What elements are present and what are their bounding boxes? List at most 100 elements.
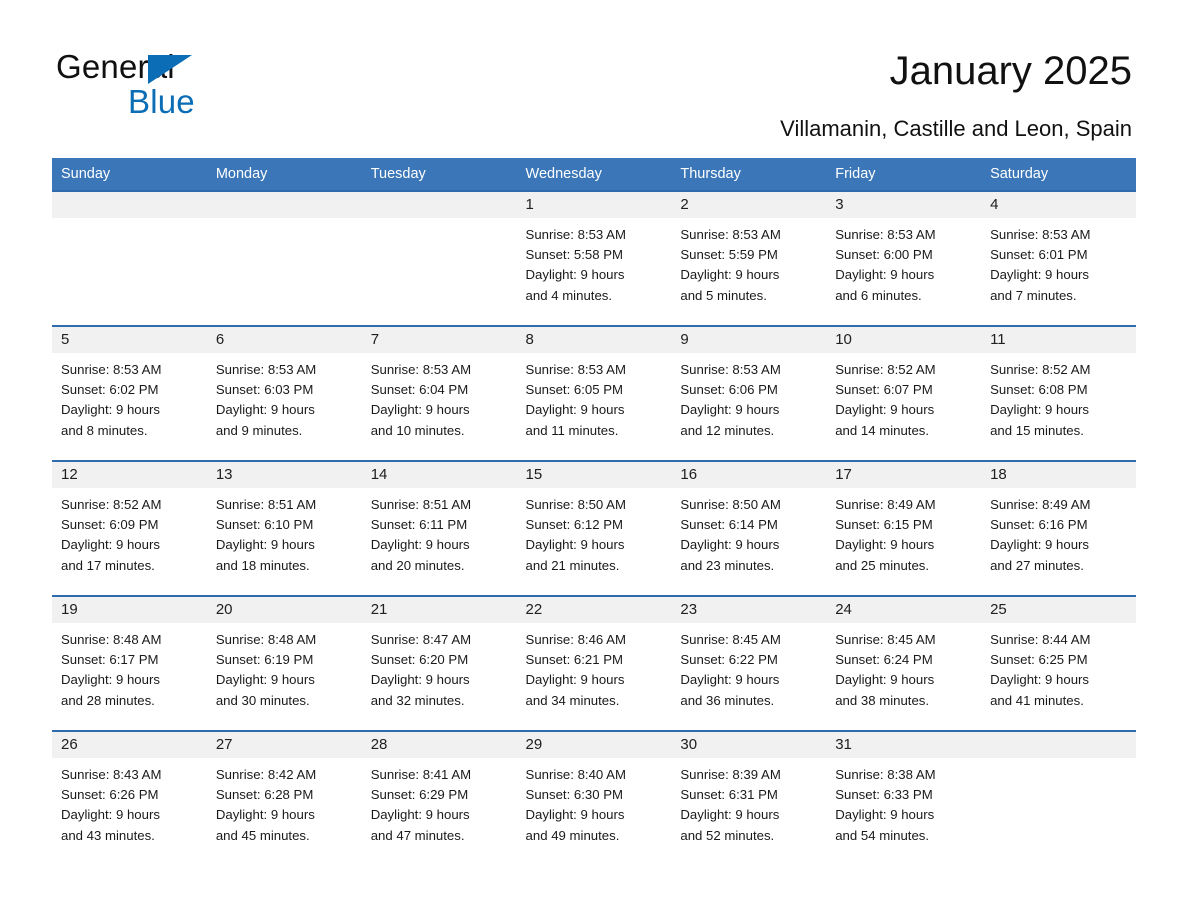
calendar-cell <box>52 190 207 326</box>
day-number: 4 <box>981 192 1136 218</box>
sun-info: Sunrise: 8:53 AM Sunset: 6:05 PM Dayligh… <box>525 362 626 438</box>
title-block: January 2025 <box>890 50 1132 92</box>
calendar-cell: 23 Sunrise: 8:45 AM Sunset: 6:22 PM Dayli… <box>671 595 827 731</box>
calendar-week-row: 12 Sunrise: 8:52 AM Sunset: 6:09 PM Dayli… <box>52 460 1136 596</box>
day-number: 22 <box>516 597 672 623</box>
calendar-day[interactable]: 14 Sunrise: 8:51 AM Sunset: 6:11 PM Dayli… <box>361 462 517 595</box>
calendar-cell: 11 Sunrise: 8:52 AM Sunset: 6:08 PM Dayli… <box>981 325 1136 461</box>
calendar-cell <box>206 190 362 326</box>
calendar-day[interactable]: 29 Sunrise: 8:40 AM Sunset: 6:30 PM Dayli… <box>516 732 672 865</box>
calendar-day[interactable]: 24 Sunrise: 8:45 AM Sunset: 6:24 PM Dayli… <box>826 597 982 730</box>
calendar-cell <box>361 190 517 326</box>
sun-info: Sunrise: 8:42 AM Sunset: 6:28 PM Dayligh… <box>215 767 317 843</box>
day-number: 9 <box>671 327 827 353</box>
calendar-day[interactable]: 16 Sunrise: 8:50 AM Sunset: 6:14 PM Dayli… <box>671 462 827 595</box>
calendar-cell: 4 Sunrise: 8:53 AM Sunset: 6:01 PM Daylig… <box>981 190 1136 326</box>
calendar-day[interactable]: 19 Sunrise: 8:48 AM Sunset: 6:17 PM Dayli… <box>52 597 207 730</box>
calendar-cell: 10 Sunrise: 8:52 AM Sunset: 6:07 PM Dayli… <box>826 325 982 461</box>
calendar-day[interactable]: 8 Sunrise: 8:53 AM Sunset: 6:05 PM Daylig… <box>516 327 672 460</box>
sun-info: Sunrise: 8:45 AM Sunset: 6:24 PM Dayligh… <box>835 632 936 708</box>
day-number: 2 <box>671 192 827 218</box>
calendar-cell: 24 Sunrise: 8:45 AM Sunset: 6:24 PM Dayli… <box>826 595 982 731</box>
calendar-day[interactable]: 26 Sunrise: 8:43 AM Sunset: 6:26 PM Dayli… <box>52 732 207 865</box>
calendar-cell: 3 Sunrise: 8:53 AM Sunset: 6:00 PM Daylig… <box>826 190 982 326</box>
calendar-day[interactable]: 28 Sunrise: 8:41 AM Sunset: 6:29 PM Dayli… <box>361 732 517 865</box>
day-number: 23 <box>671 597 827 623</box>
calendar-day[interactable]: 9 Sunrise: 8:53 AM Sunset: 6:06 PM Daylig… <box>671 327 827 460</box>
calendar-cell: 5 Sunrise: 8:53 AM Sunset: 6:02 PM Daylig… <box>52 325 207 461</box>
calendar-day[interactable]: 30 Sunrise: 8:39 AM Sunset: 6:31 PM Dayli… <box>671 732 827 865</box>
calendar-cell: 20 Sunrise: 8:48 AM Sunset: 6:19 PM Dayli… <box>206 595 362 731</box>
day-number: 29 <box>516 732 672 758</box>
sun-info: Sunrise: 8:52 AM Sunset: 6:08 PM Dayligh… <box>990 362 1091 438</box>
calendar-day[interactable]: 1 Sunrise: 8:53 AM Sunset: 5:58 PM Daylig… <box>516 192 672 325</box>
day-number <box>361 192 517 218</box>
location-subtitle: Villamanin, Castille and Leon, Spain <box>780 116 1132 141</box>
day-number <box>52 192 207 218</box>
sun-info: Sunrise: 8:46 AM Sunset: 6:21 PM Dayligh… <box>525 632 626 708</box>
calendar-day[interactable]: 22 Sunrise: 8:46 AM Sunset: 6:21 PM Dayli… <box>516 597 672 730</box>
calendar-cell: 2 Sunrise: 8:53 AM Sunset: 5:59 PM Daylig… <box>671 190 827 326</box>
sun-info: Sunrise: 8:48 AM Sunset: 6:19 PM Dayligh… <box>215 632 317 708</box>
calendar-day[interactable]: 21 Sunrise: 8:47 AM Sunset: 6:20 PM Dayli… <box>361 597 517 730</box>
calendar-day[interactable]: 12 Sunrise: 8:52 AM Sunset: 6:09 PM Dayli… <box>52 462 207 595</box>
calendar-day[interactable]: 31 Sunrise: 8:38 AM Sunset: 6:33 PM Dayli… <box>826 732 982 865</box>
day-number: 26 <box>52 732 207 758</box>
calendar-week-row: 26 Sunrise: 8:43 AM Sunset: 6:26 PM Dayli… <box>52 730 1136 866</box>
calendar-cell: 27 Sunrise: 8:42 AM Sunset: 6:28 PM Dayli… <box>206 730 362 866</box>
day-number: 21 <box>361 597 517 623</box>
day-number: 13 <box>206 462 362 488</box>
calendar-body: 1 Sunrise: 8:53 AM Sunset: 5:58 PM Daylig… <box>52 190 1136 866</box>
calendar-day-empty <box>52 192 207 325</box>
day-number: 12 <box>52 462 207 488</box>
sun-info: Sunrise: 8:39 AM Sunset: 6:31 PM Dayligh… <box>680 767 781 843</box>
calendar-day[interactable]: 23 Sunrise: 8:45 AM Sunset: 6:22 PM Dayli… <box>671 597 827 730</box>
sun-info: Sunrise: 8:50 AM Sunset: 6:14 PM Dayligh… <box>680 497 781 573</box>
calendar-week-row: 19 Sunrise: 8:48 AM Sunset: 6:17 PM Dayli… <box>52 595 1136 731</box>
sun-info: Sunrise: 8:53 AM Sunset: 5:58 PM Dayligh… <box>525 227 626 303</box>
calendar-cell: 8 Sunrise: 8:53 AM Sunset: 6:05 PM Daylig… <box>516 325 672 461</box>
calendar-day[interactable]: 4 Sunrise: 8:53 AM Sunset: 6:01 PM Daylig… <box>981 192 1136 325</box>
sun-info: Sunrise: 8:52 AM Sunset: 6:07 PM Dayligh… <box>835 362 936 438</box>
calendar-cell: 17 Sunrise: 8:49 AM Sunset: 6:15 PM Dayli… <box>826 460 982 596</box>
calendar-day[interactable]: 27 Sunrise: 8:42 AM Sunset: 6:28 PM Dayli… <box>206 732 362 865</box>
day-number: 8 <box>516 327 672 353</box>
calendar-day[interactable]: 17 Sunrise: 8:49 AM Sunset: 6:15 PM Dayli… <box>826 462 982 595</box>
calendar-day[interactable]: 11 Sunrise: 8:52 AM Sunset: 6:08 PM Dayli… <box>981 327 1136 460</box>
calendar-day[interactable]: 13 Sunrise: 8:51 AM Sunset: 6:10 PM Dayli… <box>206 462 362 595</box>
sun-info: Sunrise: 8:49 AM Sunset: 6:16 PM Dayligh… <box>990 497 1091 573</box>
sun-info: Sunrise: 8:52 AM Sunset: 6:09 PM Dayligh… <box>61 497 162 573</box>
calendar-cell: 7 Sunrise: 8:53 AM Sunset: 6:04 PM Daylig… <box>361 325 517 461</box>
day-number: 16 <box>671 462 827 488</box>
sun-info <box>981 758 1136 765</box>
sun-info <box>207 218 362 225</box>
calendar-week-row: 1 Sunrise: 8:53 AM Sunset: 5:58 PM Daylig… <box>52 190 1136 326</box>
calendar-day[interactable]: 10 Sunrise: 8:52 AM Sunset: 6:07 PM Dayli… <box>826 327 982 460</box>
sun-info: Sunrise: 8:53 AM Sunset: 5:59 PM Dayligh… <box>680 227 781 303</box>
calendar-day[interactable]: 18 Sunrise: 8:49 AM Sunset: 6:16 PM Dayli… <box>981 462 1136 595</box>
calendar-day[interactable]: 20 Sunrise: 8:48 AM Sunset: 6:19 PM Dayli… <box>206 597 362 730</box>
calendar-table: Sunday Monday Tuesday Wednesday Thursday… <box>52 158 1136 866</box>
day-number: 20 <box>206 597 362 623</box>
day-number: 27 <box>206 732 362 758</box>
calendar-day[interactable]: 6 Sunrise: 8:53 AM Sunset: 6:03 PM Daylig… <box>206 327 362 460</box>
day-number: 1 <box>516 192 672 218</box>
weekday-header-sunday: Sunday <box>52 158 207 191</box>
day-number: 14 <box>361 462 517 488</box>
sun-info: Sunrise: 8:51 AM Sunset: 6:11 PM Dayligh… <box>370 497 472 573</box>
sun-info: Sunrise: 8:38 AM Sunset: 6:33 PM Dayligh… <box>835 767 936 843</box>
calendar-day[interactable]: 7 Sunrise: 8:53 AM Sunset: 6:04 PM Daylig… <box>361 327 517 460</box>
calendar-day[interactable]: 15 Sunrise: 8:50 AM Sunset: 6:12 PM Dayli… <box>516 462 672 595</box>
calendar-day[interactable]: 25 Sunrise: 8:44 AM Sunset: 6:25 PM Dayli… <box>981 597 1136 730</box>
calendar-day[interactable]: 3 Sunrise: 8:53 AM Sunset: 6:00 PM Daylig… <box>826 192 982 325</box>
calendar-cell: 29 Sunrise: 8:40 AM Sunset: 6:30 PM Dayli… <box>516 730 672 866</box>
sun-info: Sunrise: 8:45 AM Sunset: 6:22 PM Dayligh… <box>680 632 781 708</box>
calendar-day[interactable]: 5 Sunrise: 8:53 AM Sunset: 6:02 PM Daylig… <box>52 327 207 460</box>
weekday-header-saturday: Saturday <box>981 158 1136 191</box>
sun-info: Sunrise: 8:49 AM Sunset: 6:15 PM Dayligh… <box>835 497 936 573</box>
day-number: 11 <box>981 327 1136 353</box>
calendar-day[interactable]: 2 Sunrise: 8:53 AM Sunset: 5:59 PM Daylig… <box>671 192 827 325</box>
calendar-day-empty <box>206 192 362 325</box>
general-blue-logo: General Blue <box>56 50 195 118</box>
weekday-header-tuesday: Tuesday <box>361 158 517 191</box>
